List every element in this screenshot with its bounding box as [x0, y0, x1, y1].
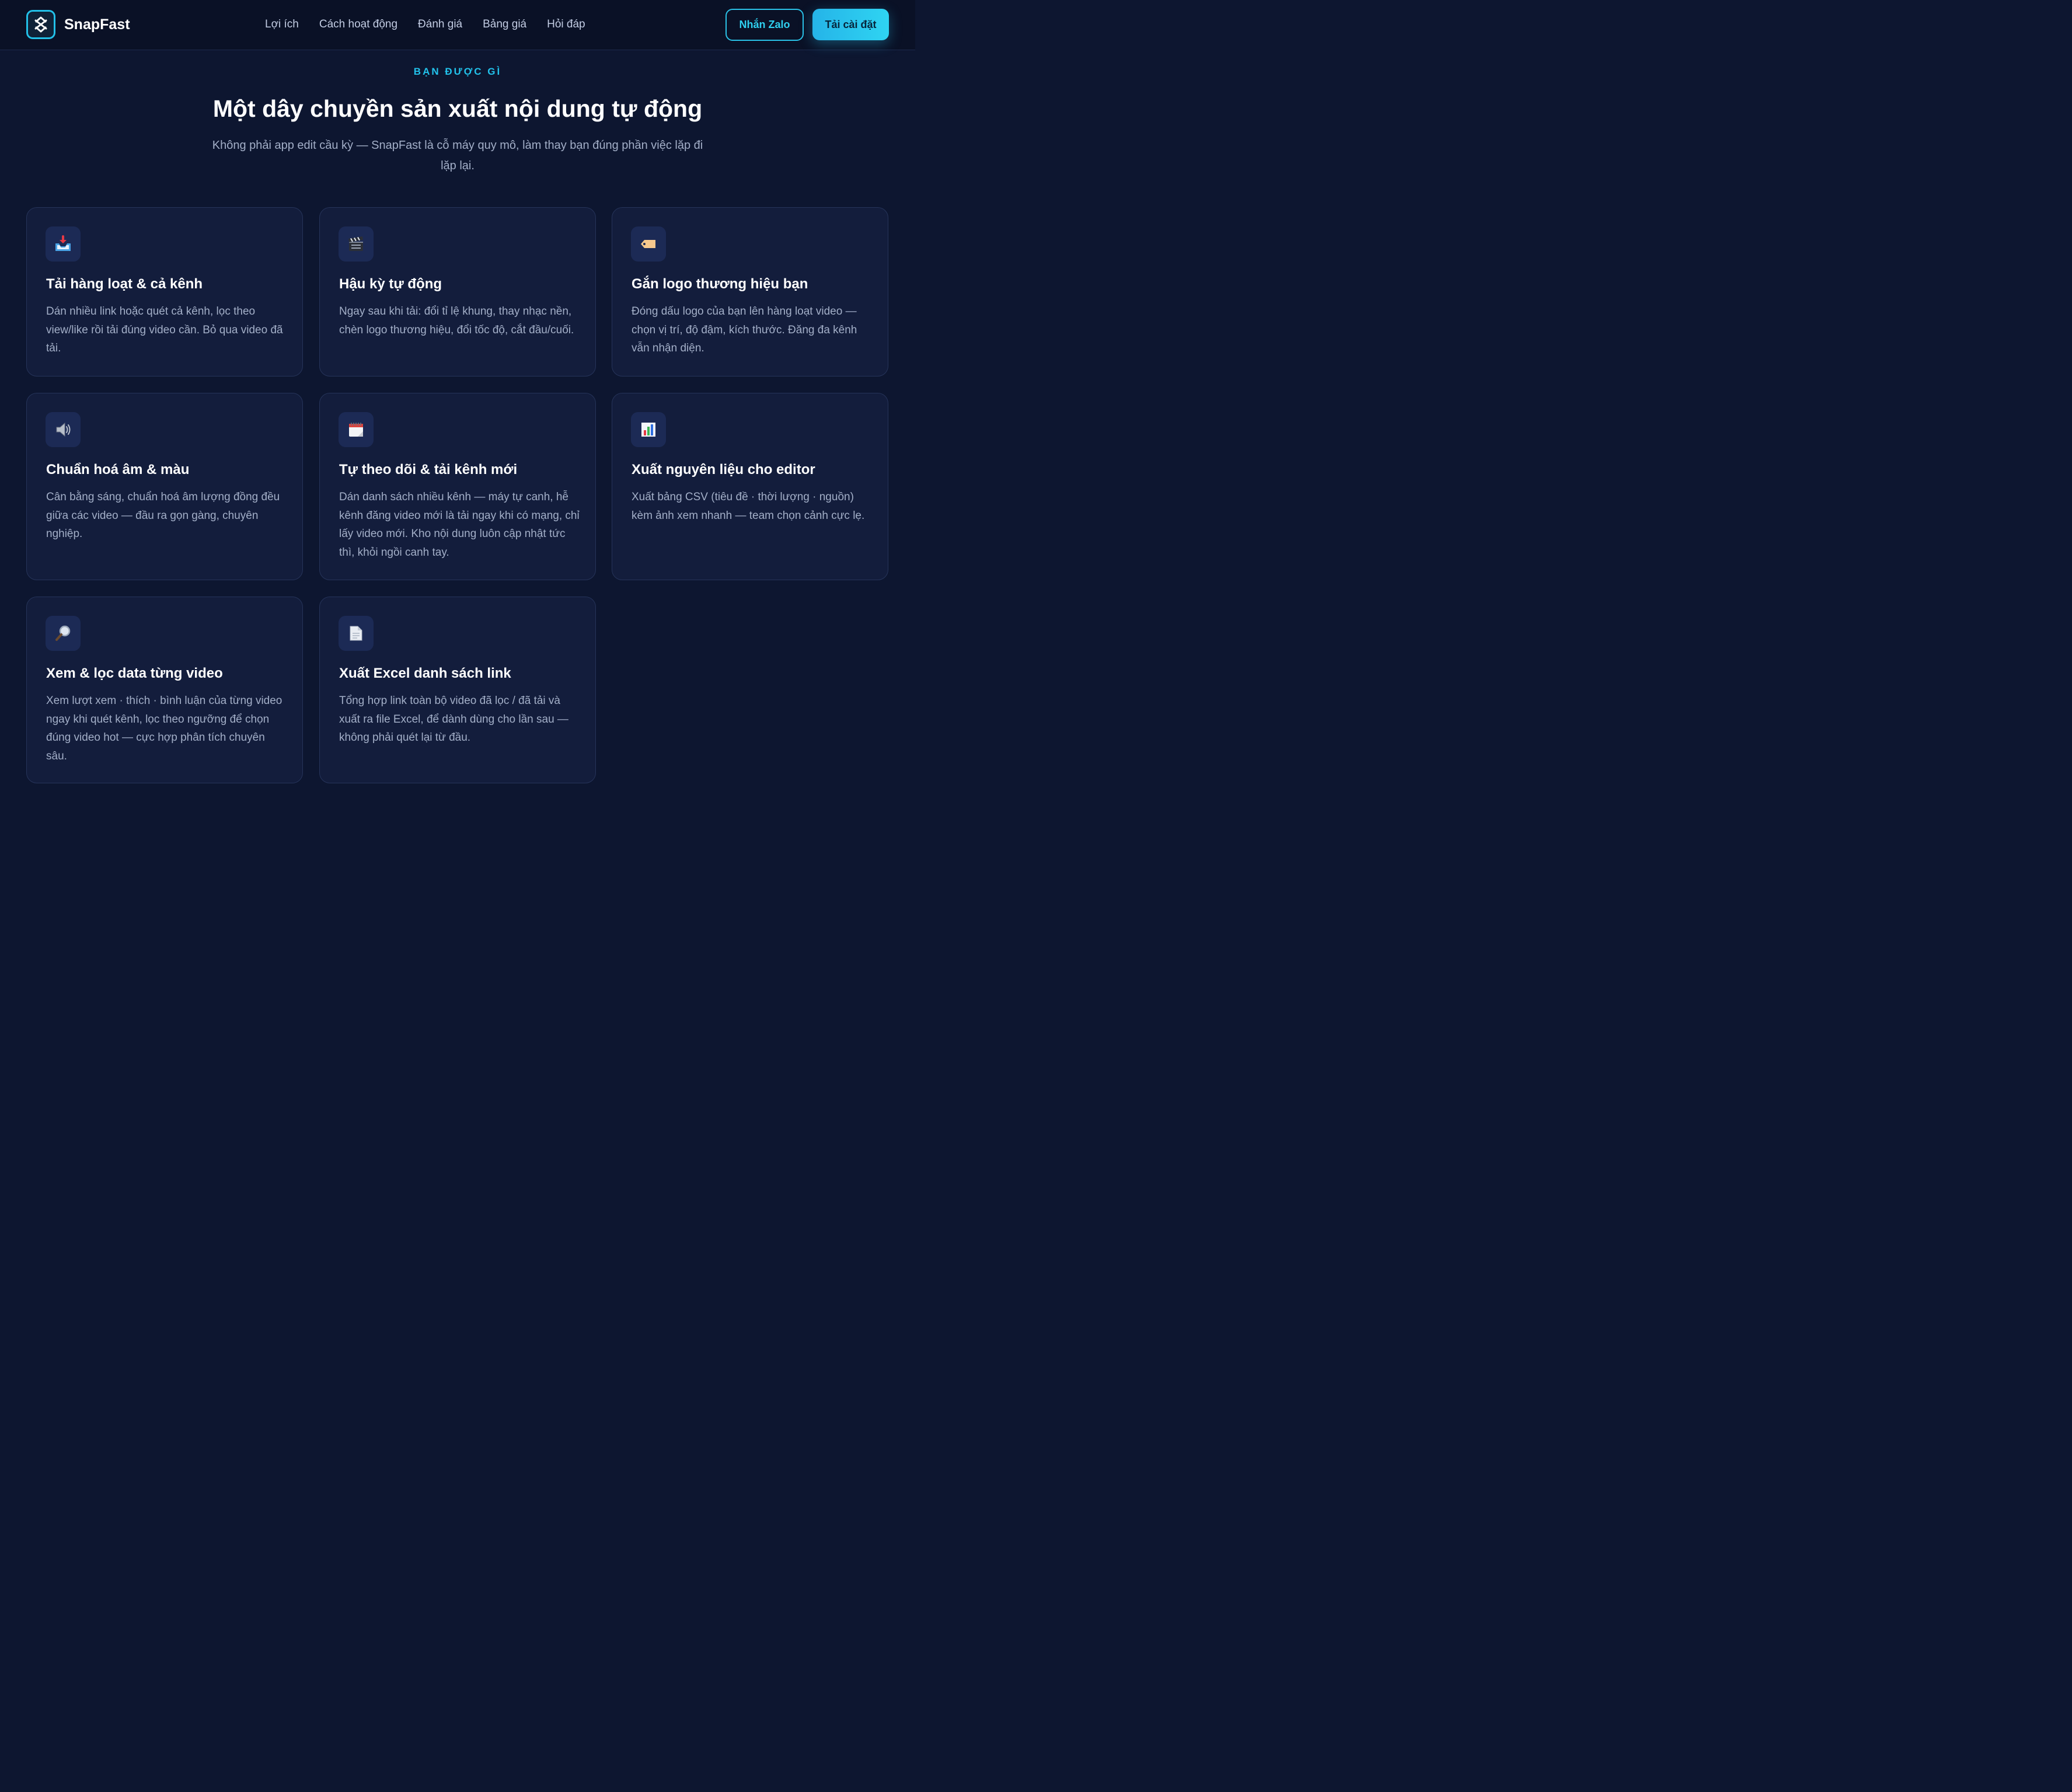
feature-description: Dán nhiều link hoặc quét cả kênh, lọc th… — [46, 305, 283, 354]
feature-card: Chuẩn hoá âm & màu Cân bằng sáng, chuẩn … — [26, 393, 303, 580]
clapperboard-icon — [339, 226, 374, 262]
nav-link-bang-gia[interactable]: Bảng giá — [483, 17, 526, 32]
feature-description: Đóng dấu logo của bạn lên hàng loạt vide… — [632, 305, 857, 354]
feature-description: Ngay sau khi tải: đổi tỉ lệ khung, thay … — [339, 305, 574, 336]
section-subtitle: Không phải app edit cầu kỳ — SnapFast là… — [212, 139, 703, 172]
feature-title: Tải hàng loạt & cả kênh — [46, 276, 203, 292]
feature-description: Tổng hợp link toàn bộ video đã lọc / đã … — [339, 695, 568, 744]
install-button[interactable]: Tải cài đặt — [812, 9, 889, 40]
feature-card: Tự theo dõi & tải kênh mới Dán danh sách… — [319, 393, 596, 580]
top-navbar: SnapFast Lợi ích Cách hoạt động Đánh giá… — [0, 0, 915, 50]
feature-description: Cân bằng sáng, chuẩn hoá âm lượng đồng đ… — [46, 491, 280, 540]
feature-title: Xem & lọc data từng video — [46, 665, 223, 681]
feature-title: Hậu kỳ tự động — [339, 276, 442, 292]
feature-card: Hậu kỳ tự động Ngay sau khi tải: đổi tỉ … — [319, 207, 596, 376]
tag-icon — [631, 226, 666, 262]
feature-title: Tự theo dõi & tải kênh mới — [339, 462, 518, 477]
snapfast-logo-icon — [26, 10, 55, 39]
feature-card: Tải hàng loạt & cả kênh Dán nhiều link h… — [26, 207, 303, 376]
brand[interactable]: SnapFast — [26, 10, 130, 39]
document-icon — [339, 616, 374, 651]
feature-card: Gắn logo thương hiệu bạn Đóng dấu logo c… — [612, 207, 888, 376]
feature-title: Gắn logo thương hiệu bạn — [632, 276, 808, 292]
feature-description: Dán danh sách nhiều kênh — máy tự canh, … — [339, 491, 580, 559]
nav-link-danh-gia[interactable]: Đánh giá — [418, 17, 462, 32]
brand-name: SnapFast — [64, 16, 130, 33]
feature-card: Xuất Excel danh sách link Tổng hợp link … — [319, 597, 596, 783]
section-title: Một dây chuyền sản xuất nội dung tự động — [212, 95, 703, 122]
section-eyebrow: BẠN ĐƯỢC GÌ — [413, 66, 502, 77]
feature-card: Xem & lọc data từng video Xem lượt xem ·… — [26, 597, 303, 783]
magnifier-icon — [46, 616, 81, 651]
speaker-icon — [46, 412, 81, 447]
calendar-icon — [339, 412, 374, 447]
bar-chart-icon — [631, 412, 666, 447]
nav-link-hoi-dap[interactable]: Hỏi đáp — [547, 17, 585, 32]
feature-card: Xuất nguyên liệu cho editor Xuất bảng CS… — [612, 393, 888, 580]
main-nav: Lợi ích Cách hoạt động Đánh giá Bảng giá… — [265, 17, 606, 32]
nav-link-cach-hoat-dong[interactable]: Cách hoạt động — [319, 17, 397, 32]
inbox-download-icon — [46, 226, 81, 262]
feature-title: Xuất nguyên liệu cho editor — [632, 462, 815, 477]
feature-title: Chuẩn hoá âm & màu — [46, 462, 190, 477]
feature-title: Xuất Excel danh sách link — [339, 665, 511, 681]
feature-description: Xem lượt xem · thích · bình luận của từn… — [46, 695, 282, 762]
feature-description: Xuất bảng CSV (tiêu đề · thời lượng · ng… — [632, 491, 865, 522]
zalo-button[interactable]: Nhắn Zalo — [725, 9, 804, 41]
nav-link-loi-ich[interactable]: Lợi ích — [265, 17, 299, 32]
